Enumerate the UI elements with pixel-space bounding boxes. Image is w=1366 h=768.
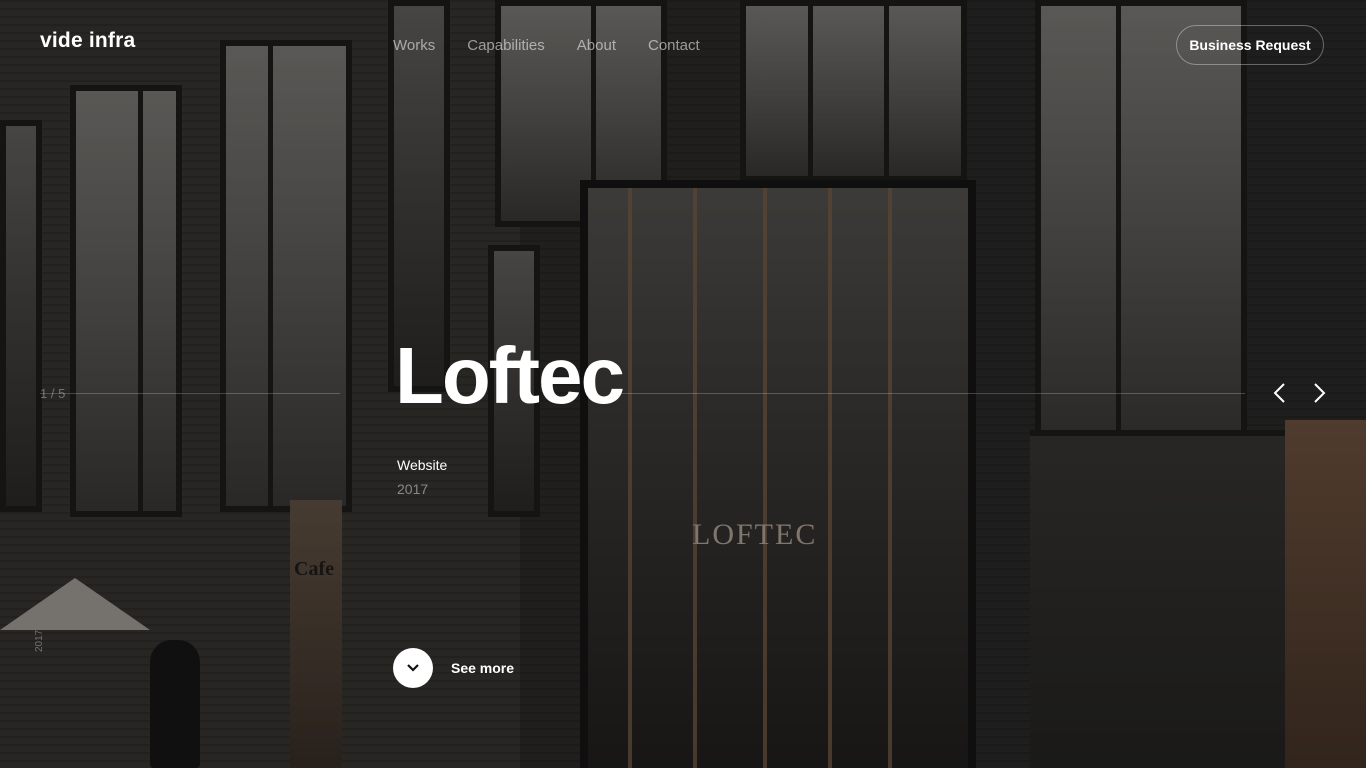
project-category: Website [397,457,448,473]
main-nav: Works Capabilities About Contact [393,37,732,54]
logo[interactable]: vide infra [40,29,135,53]
project-year: 2017 [397,481,429,497]
see-more-label: See more [451,660,515,676]
project-title: Loftec [395,331,625,420]
divider-left [40,393,340,394]
nav-works[interactable]: Works [393,37,435,54]
dark-overlay [0,0,1366,768]
vertical-year-label: 2017 [34,629,45,652]
nav-about[interactable]: About [577,37,616,54]
nav-capabilities[interactable]: Capabilities [467,37,545,54]
nav-contact[interactable]: Contact [648,37,700,54]
prev-slide-button[interactable] [1266,380,1292,406]
see-more-button[interactable]: See more [393,648,514,688]
chevron-right-icon [1314,383,1326,403]
see-more-circle[interactable] [393,648,433,688]
next-slide-button[interactable] [1307,380,1333,406]
business-request-button[interactable]: Business Request [1176,25,1324,65]
divider-right [620,393,1245,394]
chevron-down-icon [407,664,419,672]
hero-background-image: Cafe LOFTEC [0,0,1366,768]
slide-counter: 1 / 5 [40,386,66,401]
chevron-left-icon [1273,383,1285,403]
